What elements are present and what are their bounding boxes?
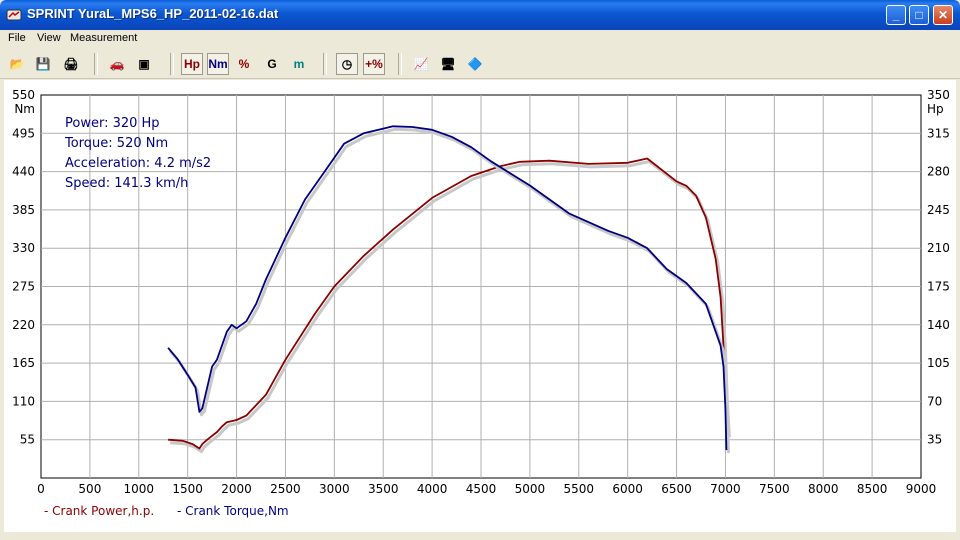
toolbar: 📂 💾 🖨 🚗 ▣ Hp Nm% Gm ◷ +% 📈 🖥 🔷 xyxy=(0,50,960,79)
toolbar-separator xyxy=(323,53,327,75)
info-acceleration: Acceleration: 4.2 m/s2 xyxy=(65,156,212,171)
x-tick-label: 8000 xyxy=(808,482,839,496)
info-speed: Speed: 141.3 km/h xyxy=(65,176,189,191)
x-tick-label: 0 xyxy=(37,482,45,496)
toolbar-separator xyxy=(398,53,402,75)
legend-power: - Crank Power,h.p. xyxy=(44,504,155,518)
x-tick-label: 7500 xyxy=(759,482,790,496)
app-icon xyxy=(6,9,22,21)
title-bar: SPRINT YuraL_MPS6_HP_2011-02-16.dat _ □ … xyxy=(0,0,960,30)
plus-percent-button[interactable]: +% xyxy=(363,53,385,75)
x-tick-label: 6500 xyxy=(661,482,692,496)
x-tick-label: 4000 xyxy=(417,482,448,496)
y-left-tick-label: 110 xyxy=(12,394,35,408)
legend-torque: - Crank Torque,Nm xyxy=(177,504,289,518)
info-panel: Power: 320 Hp Torque: 520 Nm Acceleratio… xyxy=(65,114,211,194)
window-title: SPRINT YuraL_MPS6_HP_2011-02-16.dat xyxy=(27,6,279,21)
y-left-tick-label: 165 xyxy=(12,356,35,370)
y-left-tick-label: 220 xyxy=(12,318,35,332)
x-tick-label: 2500 xyxy=(270,482,301,496)
close-button[interactable]: ✕ xyxy=(933,5,953,25)
dyno-chart: 0 500 1000 1500 2000 2500 3000 3500 4000 4500 5000… xyxy=(4,80,956,532)
y-right-tick-label: 105 xyxy=(927,356,950,370)
x-tick-label: 2000 xyxy=(221,482,252,496)
export-icon[interactable]: 🔷 xyxy=(464,53,486,75)
y-right-tick-label: 210 xyxy=(927,241,950,255)
info-torque: Torque: 520 Nm xyxy=(65,136,169,151)
y-right-tick-label: 140 xyxy=(927,318,950,332)
info-power: Power: 320 Hp xyxy=(65,116,160,131)
y-right-unit: Hp xyxy=(927,102,944,116)
x-tick-label: 8500 xyxy=(857,482,888,496)
menu-measurement[interactable]: Measurement xyxy=(70,32,137,44)
x-tick-label: 1500 xyxy=(172,482,203,496)
x-tick-label: 5000 xyxy=(515,482,546,496)
open-icon[interactable]: 📂 xyxy=(6,53,28,75)
x-tick-label: 6000 xyxy=(612,482,643,496)
y-right-tick-label: 70 xyxy=(927,394,942,408)
toolbar-separator xyxy=(170,53,174,75)
x-tick-label: 5500 xyxy=(564,482,595,496)
y-left-tick-label: 495 xyxy=(12,126,35,140)
x-tick-label: 1000 xyxy=(124,482,155,496)
y-right-tick-label: 315 xyxy=(927,126,950,140)
y-right-tick-label: 35 xyxy=(927,433,942,447)
x-tick-label: 4500 xyxy=(466,482,497,496)
toolbar-separator xyxy=(94,53,98,75)
print-icon[interactable]: 🖨 xyxy=(60,53,82,75)
menu-bar: File View Measurement xyxy=(0,30,960,48)
y-right-tick-label: 350 xyxy=(927,88,950,102)
save-icon[interactable]: 💾 xyxy=(32,53,54,75)
x-tick-label: 7000 xyxy=(710,482,741,496)
x-tick-label: 500 xyxy=(78,482,101,496)
screen-icon[interactable]: 🖥 xyxy=(437,53,459,75)
hp-button[interactable]: Hp xyxy=(181,53,203,75)
y-right-tick-label: 245 xyxy=(927,203,950,217)
y-left-tick-label: 385 xyxy=(12,203,35,217)
chart-icon[interactable]: 📈 xyxy=(410,53,432,75)
m-button[interactable]: m xyxy=(288,53,310,75)
y-left-tick-label: 550 xyxy=(12,88,35,102)
image-icon[interactable]: ▣ xyxy=(133,53,155,75)
y-right-tick-label: 280 xyxy=(927,165,950,179)
gauge-icon[interactable]: ◷ xyxy=(336,53,358,75)
nm-button[interactable]: Nm xyxy=(207,53,229,75)
x-tick-label: 3500 xyxy=(368,482,399,496)
x-tick-label: 3000 xyxy=(319,482,350,496)
percent-button[interactable]: % xyxy=(233,53,255,75)
maximize-button[interactable]: □ xyxy=(909,5,929,25)
x-tick-label: 9000 xyxy=(906,482,937,496)
menu-file[interactable]: File xyxy=(8,32,26,44)
car-icon[interactable]: 🚗 xyxy=(106,53,128,75)
y-left-tick-label: 440 xyxy=(12,165,35,179)
y-right-tick-label: 175 xyxy=(927,280,950,294)
menu-view[interactable]: View xyxy=(37,32,61,44)
minimize-button[interactable]: _ xyxy=(886,5,906,25)
y-left-unit: Nm xyxy=(14,102,35,116)
y-left-tick-label: 275 xyxy=(12,280,35,294)
y-left-tick-label: 55 xyxy=(20,433,35,447)
y-left-tick-label: 330 xyxy=(12,241,35,255)
g-button[interactable]: G xyxy=(261,53,283,75)
